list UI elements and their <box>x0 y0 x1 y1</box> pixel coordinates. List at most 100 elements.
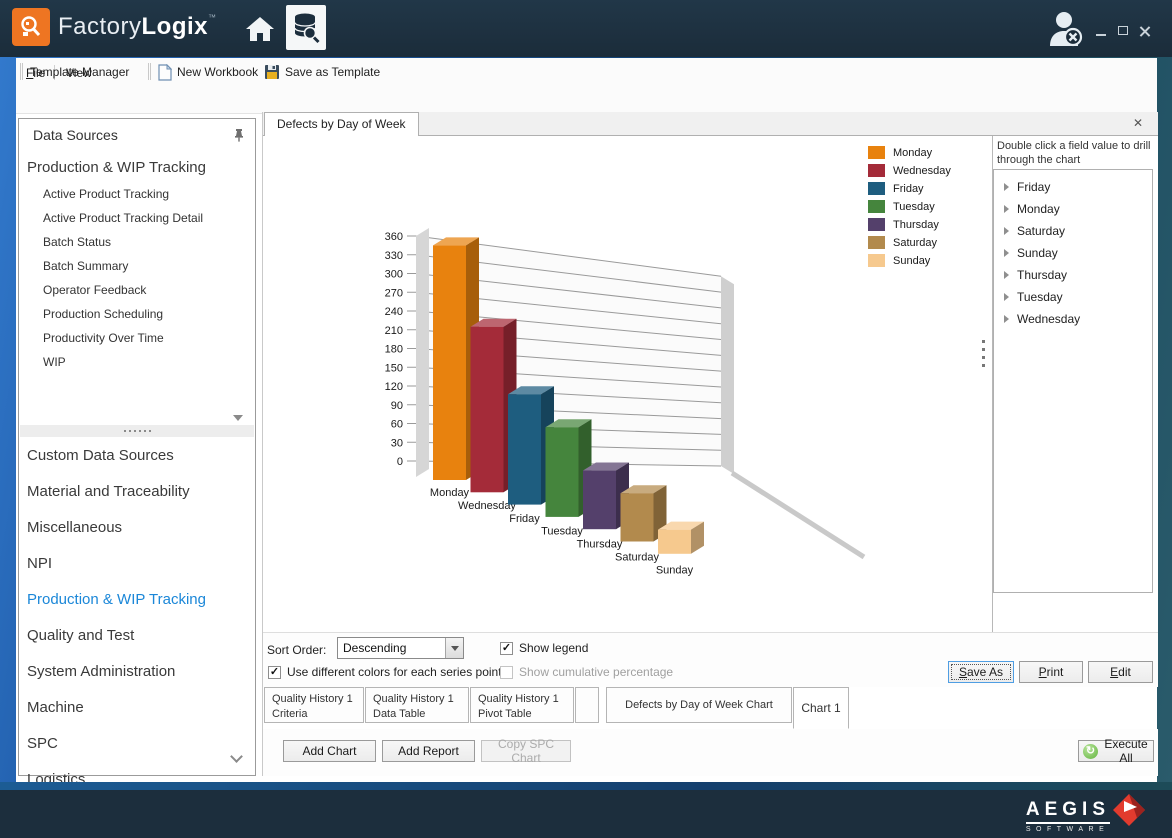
svg-text:150: 150 <box>385 362 403 374</box>
tree-splitter-handle[interactable] <box>20 425 254 437</box>
workbook-tab[interactable]: Chart 1 <box>793 687 849 729</box>
content-area: File View Template Manager New Workbook <box>16 58 1157 782</box>
tree-item[interactable]: Active Product Tracking Detail <box>43 211 203 225</box>
new-workbook-icon <box>158 64 172 81</box>
checkbox-box[interactable]: ✓ <box>268 666 281 679</box>
group-item[interactable]: System Administration <box>27 663 175 680</box>
svg-text:240: 240 <box>385 306 403 318</box>
tab-close-icon[interactable] <box>1130 115 1146 131</box>
drill-item-label[interactable]: Tuesday <box>1017 290 1063 304</box>
legend-label: Wednesday <box>893 165 951 177</box>
footer-bar: AEGIS SOFTWARE <box>0 790 1172 838</box>
drill-item[interactable]: Sunday <box>994 242 1152 264</box>
add-chart-button[interactable]: Add Chart <box>283 740 376 762</box>
drill-item[interactable]: Monday <box>994 198 1152 220</box>
toolbar-separator <box>148 63 149 80</box>
save-as-template-button[interactable]: Save as Template <box>264 62 380 82</box>
copy-spc-chart-button: Copy SPC Chart <box>481 740 571 762</box>
close-button[interactable] <box>1136 24 1154 40</box>
chart-area: 0306090120150180210240270300330360Monday… <box>264 136 976 632</box>
execute-all-button[interactable]: Execute All <box>1078 740 1154 762</box>
chevron-down-icon[interactable] <box>233 415 243 421</box>
tree-item[interactable]: WIP <box>43 355 66 369</box>
expander-triangle-icon[interactable] <box>1004 293 1009 301</box>
data-explorer-button[interactable] <box>286 5 326 50</box>
tree-item[interactable]: Active Product Tracking <box>43 187 169 201</box>
group-item[interactable]: NPI <box>27 555 52 572</box>
workbook-tab[interactable]: Quality History 1Pivot Table <box>470 687 574 723</box>
expander-triangle-icon[interactable] <box>1004 205 1009 213</box>
save-as-button[interactable]: Save As <box>948 661 1014 683</box>
tree-item[interactable]: Operator Feedback <box>43 283 146 297</box>
drill-item[interactable]: Saturday <box>994 220 1152 242</box>
edit-button[interactable]: Edit <box>1088 661 1153 683</box>
pin-icon[interactable] <box>233 128 245 147</box>
cumulative-percentage-label: Show cumulative percentage <box>519 665 673 679</box>
aegis-diamond-icon <box>1110 791 1148 838</box>
svg-text:Friday: Friday <box>509 513 540 525</box>
workbook-tab[interactable]: Quality History 1Data Table <box>365 687 469 723</box>
toolbar: Template Manager New Workbook Save as Te… <box>16 86 1157 114</box>
workbook-tab[interactable]: Quality History 1Criteria <box>264 687 364 723</box>
add-report-button[interactable]: Add Report <box>382 740 475 762</box>
tree-item[interactable]: Batch Summary <box>43 259 128 273</box>
expander-triangle-icon[interactable] <box>1004 271 1009 279</box>
tree-item[interactable]: Batch Status <box>43 235 111 249</box>
group-item[interactable]: Production & WIP Tracking <box>27 591 206 608</box>
group-item[interactable]: SPC <box>27 735 58 752</box>
tab-defects-by-day-of-week[interactable]: Defects by Day of Week <box>264 112 419 136</box>
group-item[interactable]: Material and Traceability <box>27 483 190 500</box>
svg-text:90: 90 <box>391 400 403 412</box>
home-button[interactable] <box>242 12 278 46</box>
print-button[interactable]: Print <box>1019 661 1083 683</box>
show-legend-checkbox[interactable]: ✓ Show legend <box>500 641 588 655</box>
vertical-splitter[interactable] <box>976 136 992 632</box>
chevron-down-icon[interactable] <box>445 638 463 658</box>
workbook-tab[interactable]: Defects by Day of Week Chart <box>606 687 792 723</box>
drill-hint-text: Double click a field value to drill thro… <box>993 136 1158 172</box>
drill-item-label[interactable]: Thursday <box>1017 268 1067 282</box>
expander-triangle-icon[interactable] <box>1004 227 1009 235</box>
group-item[interactable]: Custom Data Sources <box>27 447 174 464</box>
group-item[interactable]: Quality and Test <box>27 627 134 644</box>
drill-item-label[interactable]: Saturday <box>1017 224 1065 238</box>
drill-item-label[interactable]: Sunday <box>1017 246 1058 260</box>
legend-item: Monday <box>868 146 951 159</box>
maximize-button[interactable] <box>1114 24 1132 40</box>
checkbox-box[interactable]: ✓ <box>500 642 513 655</box>
user-logout-icon <box>1042 8 1090 48</box>
drill-item[interactable]: Tuesday <box>994 286 1152 308</box>
use-colors-checkbox[interactable]: ✓ Use different colors for each series p… <box>268 665 502 679</box>
home-icon <box>245 15 275 43</box>
database-search-icon <box>292 12 320 44</box>
brand-factory: Factory <box>58 13 142 40</box>
drill-item-label[interactable]: Wednesday <box>1017 312 1080 326</box>
new-workbook-button[interactable]: New Workbook <box>158 62 258 82</box>
document-tabstrip: Defects by Day of Week <box>263 112 1158 136</box>
drill-item[interactable]: Wednesday <box>994 308 1152 330</box>
minimize-button[interactable] <box>1092 24 1110 40</box>
tree-item[interactable]: Production Scheduling <box>43 307 163 321</box>
tree-item[interactable]: Productivity Over Time <box>43 331 164 345</box>
drill-item-label[interactable]: Friday <box>1017 180 1050 194</box>
template-manager-button[interactable]: Template Manager <box>30 62 129 82</box>
legend-swatch <box>868 200 885 213</box>
expander-triangle-icon[interactable] <box>1004 315 1009 323</box>
user-logout-button[interactable] <box>1042 8 1090 48</box>
show-legend-label: Show legend <box>519 641 588 655</box>
expander-triangle-icon[interactable] <box>1004 249 1009 257</box>
drill-item-label[interactable]: Monday <box>1017 202 1060 216</box>
workbook-tab-blank[interactable] <box>575 687 599 723</box>
scroll-down-chevron-icon[interactable] <box>230 750 243 763</box>
sort-order-select[interactable]: Descending <box>337 637 464 659</box>
group-item[interactable]: Machine <box>27 699 84 716</box>
svg-text:180: 180 <box>385 344 403 356</box>
group-item[interactable]: Miscellaneous <box>27 519 122 536</box>
tree-group-header[interactable]: Production & WIP Tracking <box>27 159 206 176</box>
drill-item[interactable]: Thursday <box>994 264 1152 286</box>
execute-all-label: Execute All <box>1099 737 1153 765</box>
expander-triangle-icon[interactable] <box>1004 183 1009 191</box>
drill-item[interactable]: Friday <box>994 176 1152 198</box>
legend-swatch <box>868 236 885 249</box>
svg-text:Monday: Monday <box>430 487 470 499</box>
